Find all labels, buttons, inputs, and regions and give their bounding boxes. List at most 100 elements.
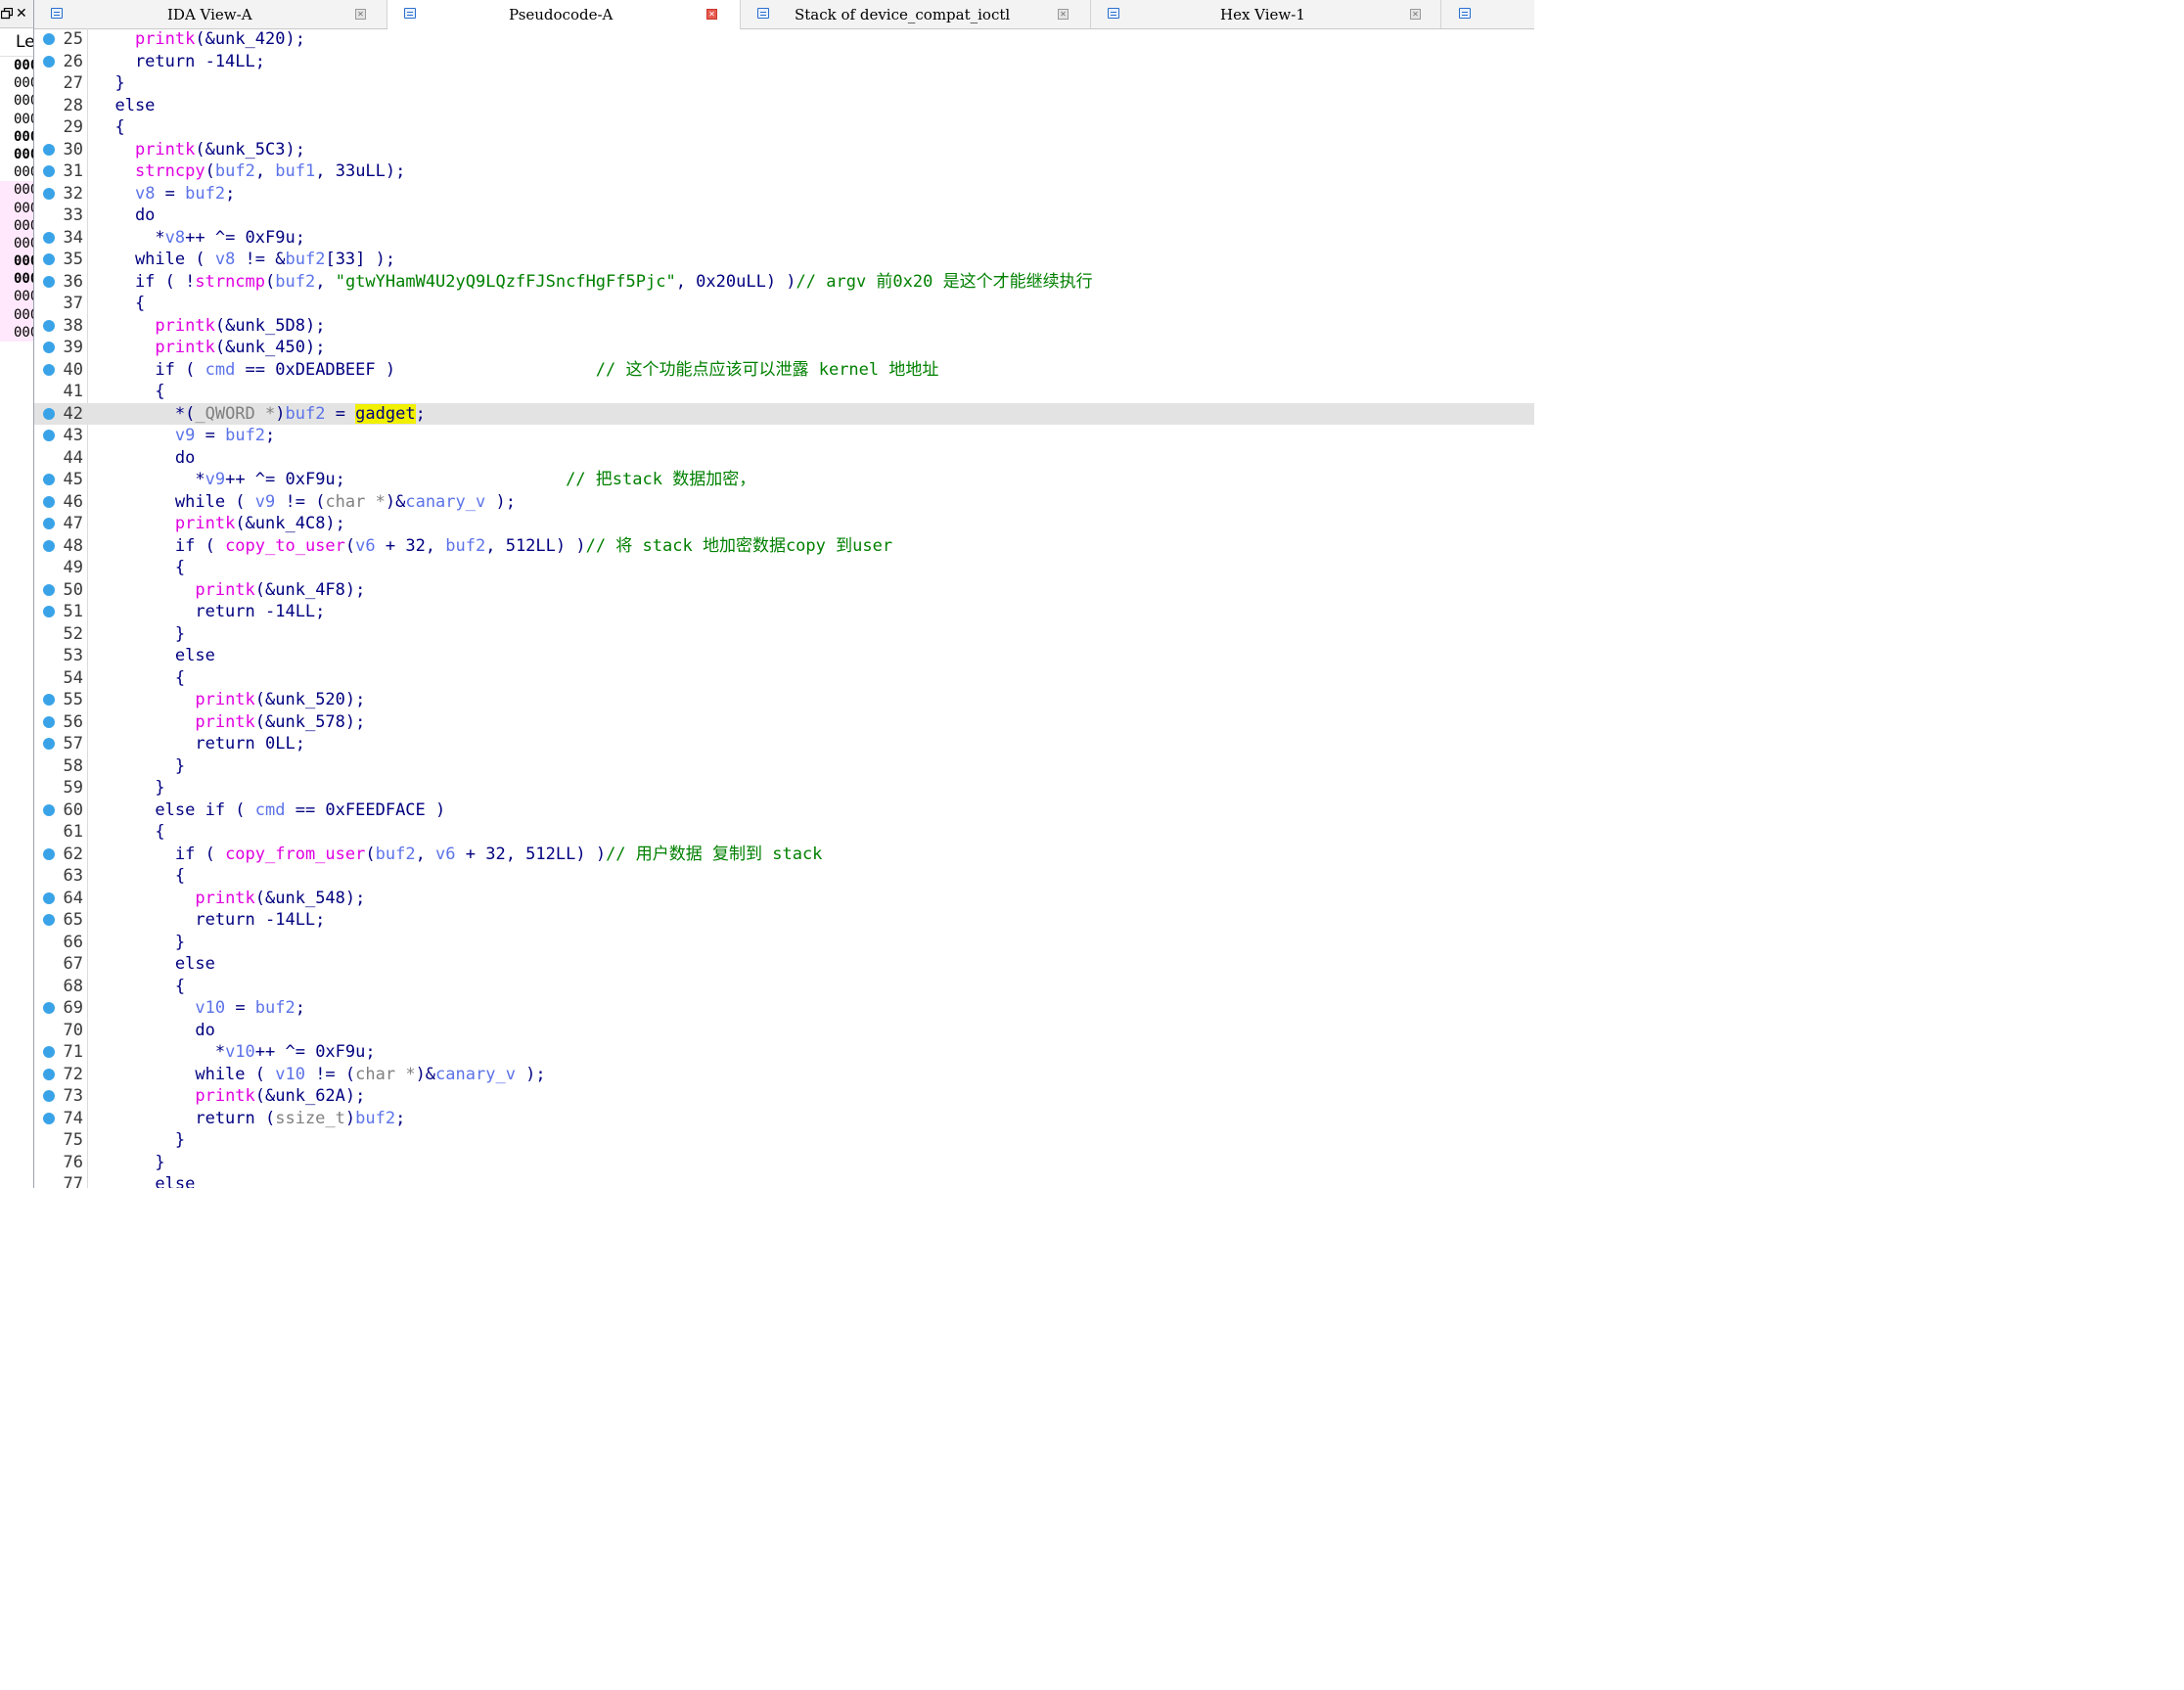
code-text[interactable]: if ( copy_to_user(v6 + 32, buf2, 512LL) … [95, 535, 892, 558]
code-line[interactable]: 33 do [34, 205, 1534, 227]
breakpoint-dot-icon[interactable] [43, 363, 55, 376]
code-line[interactable]: 47 printk(&unk_4C8); [34, 513, 1534, 535]
breakpoint-dot-icon[interactable] [43, 914, 55, 926]
tab-ida-view-a[interactable]: IDA View-A ✕ [34, 0, 387, 28]
tab-close-icon[interactable]: ✕ [706, 9, 717, 20]
code-text[interactable]: printk(&unk_520); [95, 689, 365, 711]
breakpoint-dot-icon[interactable] [43, 1068, 55, 1080]
code-line[interactable]: 72 while ( v10 != (char *)&canary_v ); [34, 1064, 1534, 1086]
variable-name[interactable]: v10 [275, 1065, 305, 1084]
code-line[interactable]: 42 *(_QWORD *)buf2 = gadget; [34, 402, 1534, 426]
function-name[interactable]: printk [195, 580, 254, 600]
variable-name[interactable]: cmd [205, 360, 236, 380]
code-line[interactable]: 76 } [34, 1152, 1534, 1174]
code-text[interactable]: strncpy(buf2, buf1, 33uLL); [95, 160, 405, 183]
variable-name[interactable]: buf2 [275, 272, 315, 292]
breakpoint-dot-icon[interactable] [43, 606, 55, 617]
code-text[interactable]: { [95, 865, 185, 888]
code-line[interactable]: 54 { [34, 667, 1534, 690]
variable-name[interactable]: buf2 [286, 404, 326, 424]
variable-name[interactable]: buf1 [275, 161, 315, 181]
code-line[interactable]: 56 printk(&unk_578); [34, 711, 1534, 734]
code-line[interactable]: 37 { [34, 293, 1534, 315]
breakpoint-dot-icon[interactable] [43, 803, 55, 816]
code-text[interactable]: printk(&unk_578); [95, 711, 365, 734]
code-text[interactable]: *(_QWORD *)buf2 = gadget; [95, 403, 426, 426]
code-line[interactable]: 35 while ( v8 != &buf2[33] ); [34, 249, 1534, 271]
code-text[interactable]: { [95, 293, 145, 315]
variable-name[interactable]: buf2 [355, 1109, 395, 1128]
code-text[interactable]: do [95, 1020, 214, 1042]
variable-name[interactable]: v9 [255, 492, 275, 512]
code-line[interactable]: 40 if ( cmd == 0xDEADBEEF ) // 这个功能点应该可以… [34, 359, 1534, 382]
function-name[interactable]: printk [155, 338, 214, 357]
variable-name[interactable]: v6 [355, 536, 375, 556]
function-name[interactable]: strncmp [195, 272, 265, 292]
breakpoint-dot-icon[interactable] [43, 253, 55, 265]
variable-name[interactable]: buf2 [286, 250, 326, 269]
code-text[interactable]: return -14LL; [95, 51, 265, 73]
address-list-item[interactable]: 000 [0, 252, 33, 271]
function-name[interactable]: printk [195, 889, 254, 908]
function-name[interactable]: printk [195, 712, 254, 732]
code-line[interactable]: 67 else [34, 953, 1534, 976]
function-name[interactable]: printk [135, 29, 195, 49]
code-line[interactable]: 36 if ( !strncmp(buf2, "gtwYHamW4U2yQ9LQ… [34, 271, 1534, 294]
code-line[interactable]: 50 printk(&unk_4F8); [34, 579, 1534, 602]
code-line[interactable]: 49 { [34, 557, 1534, 579]
code-line[interactable]: 73 printk(&unk_62A); [34, 1085, 1534, 1108]
address-list-item[interactable]: 000 [0, 181, 33, 200]
code-line[interactable]: 60 else if ( cmd == 0xFEEDFACE ) [34, 799, 1534, 822]
breakpoint-dot-icon[interactable] [43, 55, 55, 68]
address-list-item[interactable]: 000 [0, 288, 33, 306]
breakpoint-dot-icon[interactable] [43, 1046, 55, 1058]
code-text[interactable]: } [95, 777, 164, 799]
tab-hex-view-1[interactable]: Hex View-1 ✕ [1091, 0, 1441, 28]
code-line[interactable]: 41 { [34, 381, 1534, 403]
code-line[interactable]: 34 *v8++ ^= 0xF9u; [34, 227, 1534, 250]
pseudocode-view[interactable]: 25 printk(&unk_420); 26 return -14LL; 27 }… [34, 28, 1534, 1188]
address-list-item[interactable]: 000 [0, 305, 33, 324]
code-line[interactable]: 29 { [34, 116, 1534, 139]
variable-name[interactable]: buf2 [215, 161, 255, 181]
code-line[interactable]: 38 printk(&unk_5D8); [34, 315, 1534, 338]
breakpoint-dot-icon[interactable] [43, 539, 55, 552]
code-line[interactable]: 69 v10 = buf2; [34, 997, 1534, 1020]
code-text[interactable]: printk(&unk_420); [95, 28, 305, 51]
code-text[interactable]: else [95, 1173, 195, 1188]
left-column-header[interactable]: Le [0, 28, 33, 57]
breakpoint-dot-icon[interactable] [43, 738, 55, 750]
address-list-item[interactable]: 000 [0, 74, 33, 92]
address-list-item[interactable]: 000 [0, 111, 33, 128]
code-text[interactable]: if ( !strncmp(buf2, "gtwYHamW4U2yQ9LQzfF… [95, 271, 1093, 294]
code-line[interactable]: 44 do [34, 447, 1534, 470]
code-text[interactable]: printk(&unk_5D8); [95, 315, 325, 338]
code-line[interactable]: 61 { [34, 821, 1534, 844]
code-text[interactable]: return -14LL; [95, 909, 325, 932]
code-text[interactable]: { [95, 976, 185, 998]
address-list-item[interactable]: 000 [0, 92, 33, 110]
address-list-item[interactable]: 000 [0, 199, 33, 217]
code-text[interactable]: while ( v9 != (char *)&canary_v ); [95, 491, 516, 514]
function-name[interactable]: printk [195, 690, 254, 709]
breakpoint-dot-icon[interactable] [43, 518, 55, 529]
code-line[interactable]: 46 while ( v9 != (char *)&canary_v ); [34, 491, 1534, 514]
code-line[interactable]: 53 else [34, 645, 1534, 667]
breakpoint-dot-icon[interactable] [43, 474, 55, 485]
close-icon[interactable]: ✕ [16, 6, 27, 22]
code-line[interactable]: 65 return -14LL; [34, 909, 1534, 932]
code-text[interactable]: while ( v10 != (char *)&canary_v ); [95, 1064, 545, 1086]
code-line[interactable]: 63 { [34, 865, 1534, 888]
code-line[interactable]: 31 strncpy(buf2, buf1, 33uLL); [34, 160, 1534, 183]
breakpoint-dot-icon[interactable] [43, 1090, 55, 1102]
breakpoint-dot-icon[interactable] [43, 165, 55, 177]
code-line[interactable]: 62 if ( copy_from_user(buf2, v6 + 32, 51… [34, 844, 1534, 866]
code-text[interactable]: *v8++ ^= 0xF9u; [95, 227, 305, 250]
variable-name[interactable]: canary_v [405, 492, 485, 512]
code-text[interactable]: } [95, 623, 185, 646]
code-text[interactable]: { [95, 381, 164, 403]
code-text[interactable]: else [95, 95, 155, 117]
breakpoint-dot-icon[interactable] [43, 143, 55, 156]
code-line[interactable]: 32 v8 = buf2; [34, 183, 1534, 206]
breakpoint-dot-icon[interactable] [43, 407, 55, 420]
